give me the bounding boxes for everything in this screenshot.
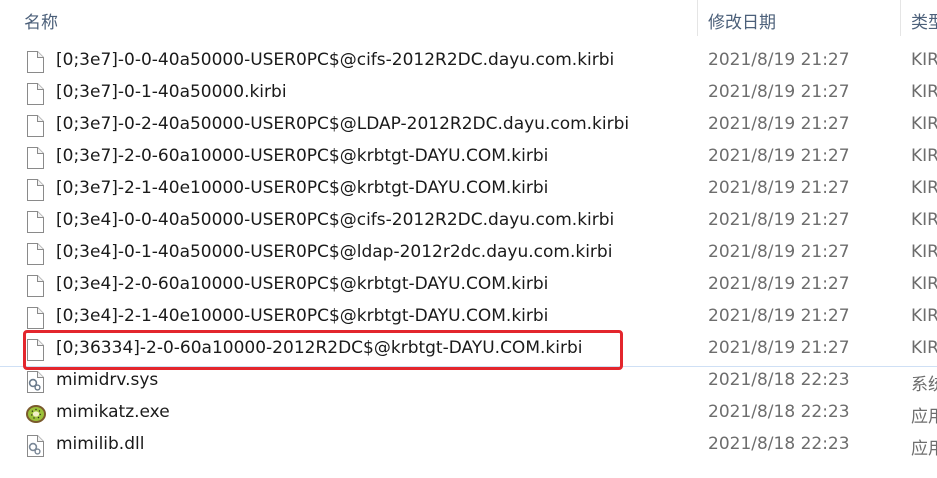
file-modified-date: 2021/8/19 21:27 — [708, 210, 850, 230]
generic-file-icon — [25, 147, 45, 169]
file-name: mimikatz.exe — [56, 402, 170, 422]
column-divider[interactable] — [900, 0, 901, 36]
system-file-icon — [25, 371, 45, 393]
generic-file-icon — [25, 275, 45, 297]
file-modified-date: 2021/8/19 21:27 — [708, 50, 850, 70]
file-type: KIRBI — [911, 306, 937, 326]
file-name: mimidrv.sys — [56, 370, 159, 390]
file-modified-date: 2021/8/19 21:27 — [708, 114, 850, 134]
sort-caret-icon: ⌃ — [790, 0, 799, 6]
file-row[interactable]: [0;3e7]-2-1-40e10000-USER0PC$@krbtgt-DAY… — [0, 174, 937, 206]
file-name: [0;3e4]-2-0-60a10000-USER0PC$@krbtgt-DAY… — [56, 274, 549, 294]
dll-file-icon — [25, 435, 45, 457]
generic-file-icon — [25, 307, 45, 329]
file-type: KIRBI — [911, 338, 937, 358]
file-modified-date: 2021/8/19 21:27 — [708, 338, 850, 358]
generic-file-icon — [25, 179, 45, 201]
file-modified-date: 2021/8/19 21:27 — [708, 274, 850, 294]
generic-file-icon — [25, 211, 45, 233]
generic-file-icon — [25, 83, 45, 105]
file-type: 应用程序扩展 — [911, 439, 937, 459]
file-type: KIRBI — [911, 82, 937, 102]
file-row[interactable]: mimikatz.exe 2021/8/18 22:23 应用程序 — [0, 398, 937, 430]
file-name: [0;3e7]-0-2-40a50000-USER0PC$@LDAP-2012R… — [56, 114, 630, 134]
file-type: KIRBI — [911, 178, 937, 198]
file-name: [0;3e4]-0-1-40a50000-USER0PC$@ldap-2012r… — [56, 242, 613, 262]
file-name: [0;3e7]-0-1-40a50000.kirbi — [56, 82, 287, 102]
file-name: [0;3e4]-2-1-40e10000-USER0PC$@krbtgt-DAY… — [56, 306, 549, 326]
file-type: KIRBI — [911, 114, 937, 134]
file-row[interactable]: [0;3e7]-0-0-40a50000-USER0PC$@cifs-2012R… — [0, 46, 937, 78]
file-name: mimilib.dll — [56, 434, 145, 454]
file-name: [0;3e7]-0-0-40a50000-USER0PC$@cifs-2012R… — [56, 50, 615, 70]
file-modified-date: 2021/8/18 22:23 — [708, 402, 850, 422]
file-type: 系统文件 — [911, 375, 937, 395]
generic-file-icon — [25, 243, 45, 265]
generic-file-icon — [25, 339, 45, 361]
file-row[interactable]: mimilib.dll 2021/8/18 22:23 应用程序扩展 — [0, 430, 937, 462]
generic-file-icon — [25, 51, 45, 73]
file-row[interactable]: [0;3e7]-0-2-40a50000-USER0PC$@LDAP-2012R… — [0, 110, 937, 142]
file-modified-date: 2021/8/18 22:23 — [708, 370, 850, 390]
file-type: KIRBI — [911, 274, 937, 294]
column-header-bar: 名称 ⌃ 修改日期 类型 — [0, 0, 937, 36]
file-row[interactable]: [0;3e4]-2-1-40e10000-USER0PC$@krbtgt-DAY… — [0, 302, 937, 334]
file-type: KIRBI — [911, 210, 937, 230]
column-divider[interactable] — [697, 0, 698, 36]
file-name: [0;3e7]-2-0-60a10000-USER0PC$@krbtgt-DAY… — [56, 146, 549, 166]
file-row[interactable]: mimidrv.sys 2021/8/18 22:23 系统文件 — [0, 366, 937, 398]
file-type: KIRBI — [911, 146, 937, 166]
file-row[interactable]: [0;3e4]-0-1-40a50000-USER0PC$@ldap-2012r… — [0, 238, 937, 270]
file-row[interactable]: [0;3e7]-0-1-40a50000.kirbi 2021/8/19 21:2… — [0, 78, 937, 110]
file-row[interactable]: [0;3e4]-2-0-60a10000-USER0PC$@krbtgt-DAY… — [0, 270, 937, 302]
file-row[interactable]: [0;3e4]-0-0-40a50000-USER0PC$@cifs-2012R… — [0, 206, 937, 238]
file-modified-date: 2021/8/19 21:27 — [708, 82, 850, 102]
file-row[interactable]: [0;36334]-2-0-60a10000-2012R2DC$@krbtgt-… — [0, 334, 937, 367]
file-name: [0;3e7]-2-1-40e10000-USER0PC$@krbtgt-DAY… — [56, 178, 549, 198]
file-modified-date: 2021/8/19 21:27 — [708, 178, 850, 198]
file-type: KIRBI — [911, 50, 937, 70]
file-type: KIRBI — [911, 242, 937, 262]
column-header-type[interactable]: 类型 — [911, 8, 937, 33]
file-name: [0;3e4]-0-0-40a50000-USER0PC$@cifs-2012R… — [56, 210, 615, 230]
kiwi-app-icon — [25, 403, 46, 425]
file-modified-date: 2021/8/18 22:23 — [708, 434, 850, 454]
column-header-date[interactable]: 修改日期 — [708, 8, 776, 33]
generic-file-icon — [25, 115, 45, 137]
file-name: [0;36334]-2-0-60a10000-2012R2DC$@krbtgt-… — [56, 338, 583, 358]
file-modified-date: 2021/8/19 21:27 — [708, 146, 850, 166]
file-modified-date: 2021/8/19 21:27 — [708, 306, 850, 326]
file-row[interactable]: [0;3e7]-2-0-60a10000-USER0PC$@krbtgt-DAY… — [0, 142, 937, 174]
file-type: 应用程序 — [911, 407, 937, 427]
column-header-name[interactable]: 名称 — [24, 8, 58, 33]
file-modified-date: 2021/8/19 21:27 — [708, 242, 850, 262]
